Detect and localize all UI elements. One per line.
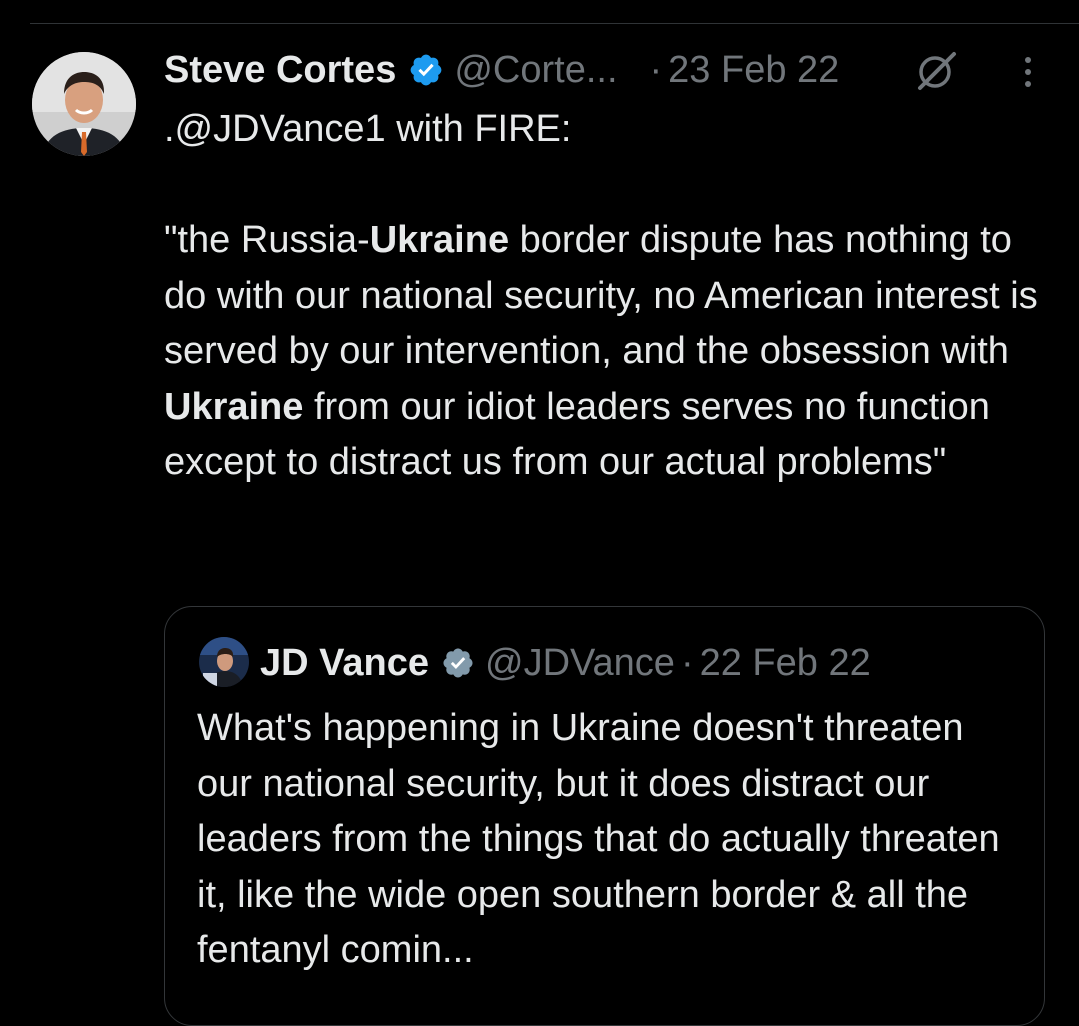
quote-segment: "the Russia-	[164, 219, 370, 261]
quoted-tweet-card[interactable]: JD Vance @JDVance · 22 Feb 22 What's hap…	[164, 606, 1045, 1026]
verified-badge-icon	[408, 52, 444, 88]
grok-icon[interactable]	[914, 48, 960, 94]
header-separator: ·	[649, 48, 663, 91]
author-handle[interactable]: @Corte...	[454, 49, 617, 92]
tweet-text-quote: "the Russia-Ukraine border dispute has n…	[164, 213, 1044, 491]
tweet-text: .@JDVance1 with FIRE: "the Russia-Ukrain…	[164, 102, 1044, 491]
top-divider	[30, 23, 1079, 24]
quoted-tweet-header: JD Vance @JDVance · 22 Feb 22	[260, 637, 871, 689]
tweet-header: Steve Cortes @Corte... · 23 Feb 22	[164, 44, 839, 96]
author-avatar[interactable]	[32, 52, 136, 156]
more-options-icon[interactable]	[1010, 52, 1046, 92]
bold-keyword: Ukraine	[369, 219, 510, 261]
quoted-tweet-text: What's happening in Ukraine doesn't thre…	[197, 707, 1000, 971]
quoted-author-avatar[interactable]	[199, 637, 249, 687]
header-separator: ·	[680, 641, 694, 684]
bold-keyword: Ukraine	[164, 385, 304, 428]
avatar-photo	[32, 52, 136, 156]
quoted-author-handle[interactable]: @JDVance	[485, 642, 675, 685]
quoted-avatar-photo	[199, 637, 249, 687]
tweet-text-line-1: .@JDVance1 with FIRE:	[164, 108, 572, 150]
verified-badge-icon	[441, 646, 475, 680]
quoted-tweet-date[interactable]: 22 Feb 22	[700, 642, 871, 685]
tweet-date[interactable]: 23 Feb 22	[668, 49, 839, 92]
author-name[interactable]: Steve Cortes	[164, 49, 396, 92]
quoted-author-name[interactable]: JD Vance	[260, 642, 429, 685]
